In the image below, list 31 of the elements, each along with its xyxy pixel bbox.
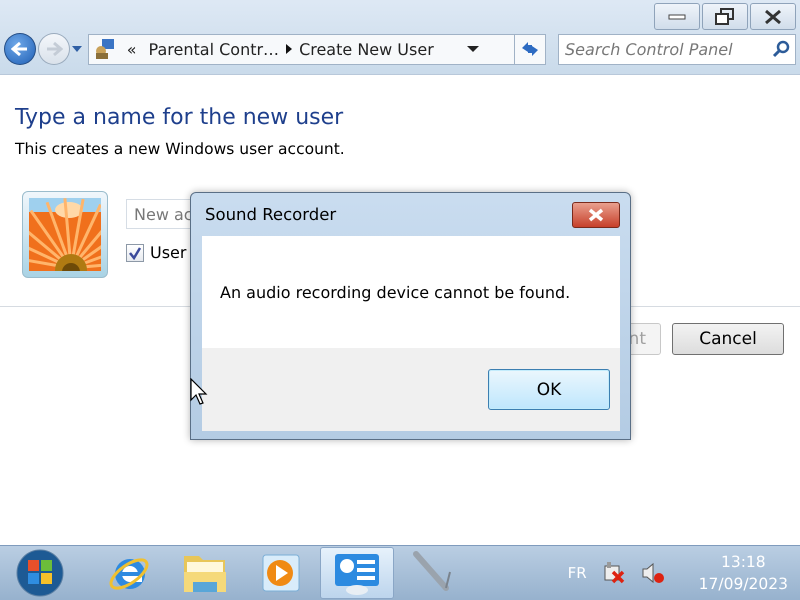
dialog-title: Sound Recorder	[204, 205, 336, 224]
breadcrumb-overflow[interactable]: «	[120, 40, 143, 58]
breadcrumb[interactable]: Parental Contr…	[142, 40, 286, 58]
page-heading: Type a name for the new user	[15, 105, 344, 130]
dialog-message: An audio recording device cannot be found.	[202, 236, 620, 348]
minimize-icon[interactable]	[668, 14, 686, 20]
address-bar[interactable]: « Parental Contr… Create New User	[88, 34, 546, 64]
close-button[interactable]	[750, 3, 796, 30]
taskbar-button[interactable]	[320, 547, 394, 599]
clock-date: 17/09/2023	[698, 575, 788, 593]
mouse-cursor-icon	[190, 378, 210, 406]
restore-icon[interactable]	[715, 8, 735, 26]
refresh-icon[interactable]	[520, 40, 540, 58]
back-arrow-icon[interactable]	[10, 41, 29, 57]
cancel-button[interactable]: Cancel	[672, 323, 784, 355]
description-text: This creates a new Windows user account.	[15, 140, 346, 158]
close-icon[interactable]	[764, 8, 782, 24]
close-button[interactable]	[572, 202, 620, 228]
volume-muted-icon[interactable]	[640, 561, 665, 585]
clock-time: 13:18	[720, 553, 766, 571]
chevron-icon[interactable]	[285, 43, 294, 55]
breadcrumb[interactable]: Create New User	[293, 40, 440, 58]
restore-button[interactable]	[702, 3, 748, 30]
search-icon[interactable]	[772, 40, 790, 58]
back-button[interactable]	[4, 33, 36, 65]
minimize-button[interactable]	[654, 3, 700, 30]
checkbox-label: User	[150, 243, 186, 262]
checkbox[interactable]	[126, 244, 144, 262]
search-field[interactable]: Search Control Panel	[558, 34, 796, 64]
dropdown-arrow-icon[interactable]	[466, 45, 479, 53]
ok-button[interactable]: OK	[488, 369, 610, 410]
